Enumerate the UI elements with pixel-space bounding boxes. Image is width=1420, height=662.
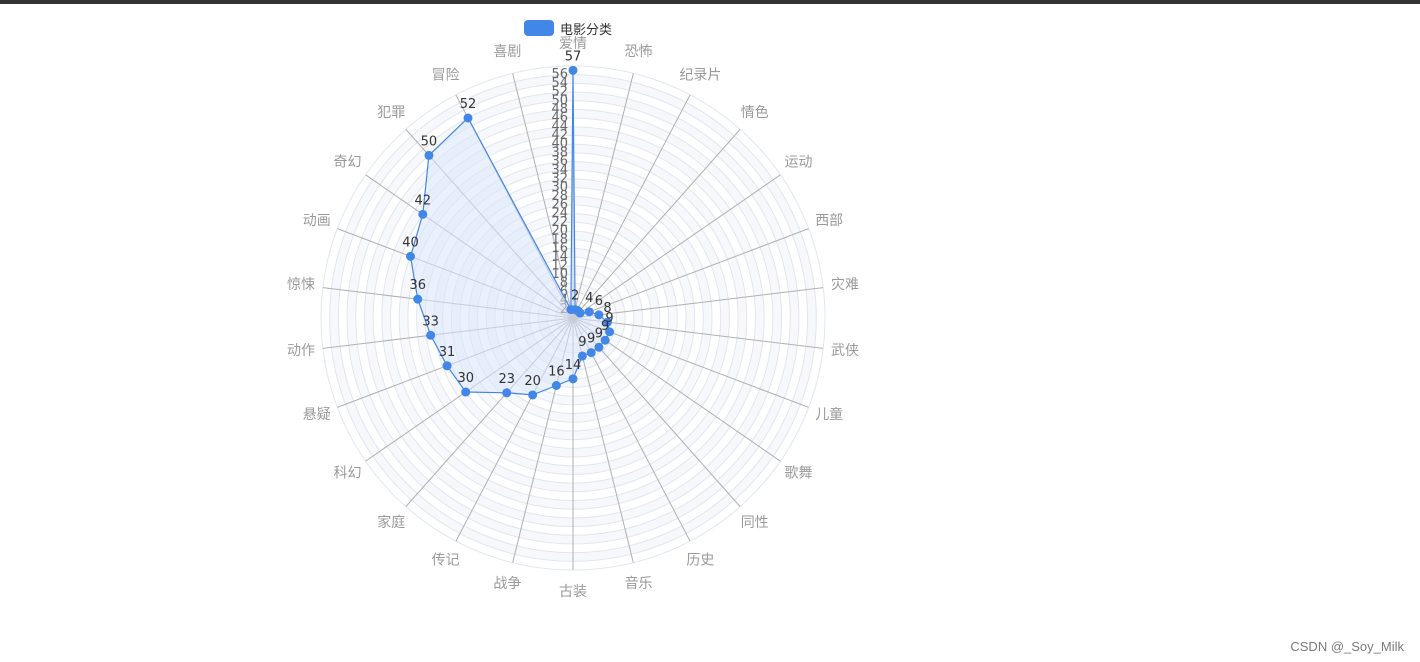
data-label: 30 [457,371,474,386]
category-label: 恐怖 [625,43,653,60]
data-label: 2 [571,289,579,304]
category-label: 同性 [741,515,769,531]
category-label: 西部 [815,213,843,229]
data-label: 14 [565,358,582,373]
data-label: 31 [439,345,456,360]
data-point[interactable] [586,348,596,358]
category-label: 喜剧 [493,44,521,60]
category-label: 犯罪 [377,105,405,121]
data-point[interactable] [463,113,473,123]
category-label: 纪录片 [679,67,721,83]
data-point[interactable] [418,209,428,219]
data-point[interactable] [575,308,585,318]
data-point[interactable] [442,361,452,371]
category-label: 悬疑 [303,407,331,423]
watermark: CSDN @_Soy_Milk [1290,639,1404,654]
data-label: 20 [524,374,541,389]
data-point[interactable] [502,388,512,398]
data-label: 9 [578,335,586,350]
category-label: 科幻 [334,466,362,482]
category-label: 战争 [493,576,521,592]
data-point[interactable] [461,387,471,397]
data-point[interactable] [551,380,561,390]
data-point[interactable] [566,305,576,315]
data-point[interactable] [528,390,538,400]
category-label: 古装 [559,584,587,600]
data-label: 52 [460,97,477,112]
data-label: 6 [595,294,603,309]
category-label: 冒险 [432,67,460,83]
data-label: 57 [565,49,582,64]
data-label: 33 [422,314,439,329]
data-point[interactable] [568,374,578,384]
tick-label: 56 [551,67,568,82]
category-label: 奇幻 [334,153,362,170]
category-label: 武侠 [831,343,859,359]
data-point[interactable] [406,251,416,261]
data-point[interactable] [568,65,578,75]
data-point[interactable] [413,294,423,304]
data-label: 9 [595,326,603,341]
category-label: 音乐 [625,575,653,592]
data-label: 36 [409,278,426,293]
category-label: 儿童 [815,406,843,423]
data-point[interactable] [424,150,434,160]
category-label: 运动 [784,154,812,170]
category-label: 惊悚 [287,277,315,293]
category-label: 动画 [303,213,331,229]
data-label: 4 [585,291,593,306]
data-label: 23 [498,372,515,387]
data-label: 40 [402,235,419,250]
category-label: 情色 [741,104,769,121]
data-label: 50 [421,134,438,149]
radar-chart: 爱情 恐怖纪录片情色运动西部灾难武侠儿童歌舞同性历史音乐古装战争传记家庭科幻悬疑动… [287,36,859,600]
category-label: 动作 [287,343,315,359]
data-label: 16 [548,364,565,379]
data-point[interactable] [594,342,604,352]
data-point[interactable] [426,330,436,340]
category-label: 歌舞 [784,466,812,482]
category-label: 家庭 [377,514,405,531]
category-label: 传记 [432,553,460,569]
data-point[interactable] [594,310,604,320]
data-point[interactable] [584,307,594,317]
category-label: 历史 [686,553,714,569]
category-label: 灾难 [831,276,859,293]
data-label: 9 [587,332,595,347]
data-label: 42 [415,193,432,208]
